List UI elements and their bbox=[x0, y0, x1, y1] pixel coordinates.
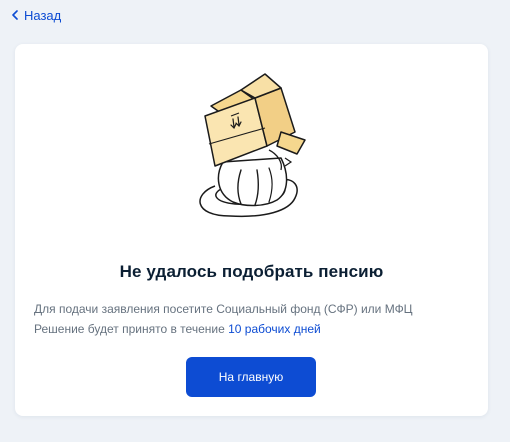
description-line-2-text: Решение будет принято в течение bbox=[34, 322, 229, 336]
chevron-left-icon bbox=[12, 10, 18, 20]
description-line-2: Решение будет принято в течение 10 рабоч… bbox=[34, 319, 474, 339]
processing-time-link[interactable]: 10 рабочих дней bbox=[228, 322, 321, 336]
back-link-label: Назад bbox=[24, 7, 62, 23]
result-title: Не удалось подобрать пенсию bbox=[119, 262, 384, 281]
cat-in-box-icon bbox=[199, 73, 306, 218]
description-line-1: Для подачи заявления посетите Социальный… bbox=[34, 302, 413, 316]
result-card: Не удалось подобрать пенсию Для подачи з… bbox=[15, 44, 488, 416]
result-description: Для подачи заявления посетите Социальный… bbox=[34, 299, 474, 339]
home-button[interactable]: На главную bbox=[186, 357, 316, 397]
back-link[interactable]: Назад bbox=[12, 6, 61, 24]
